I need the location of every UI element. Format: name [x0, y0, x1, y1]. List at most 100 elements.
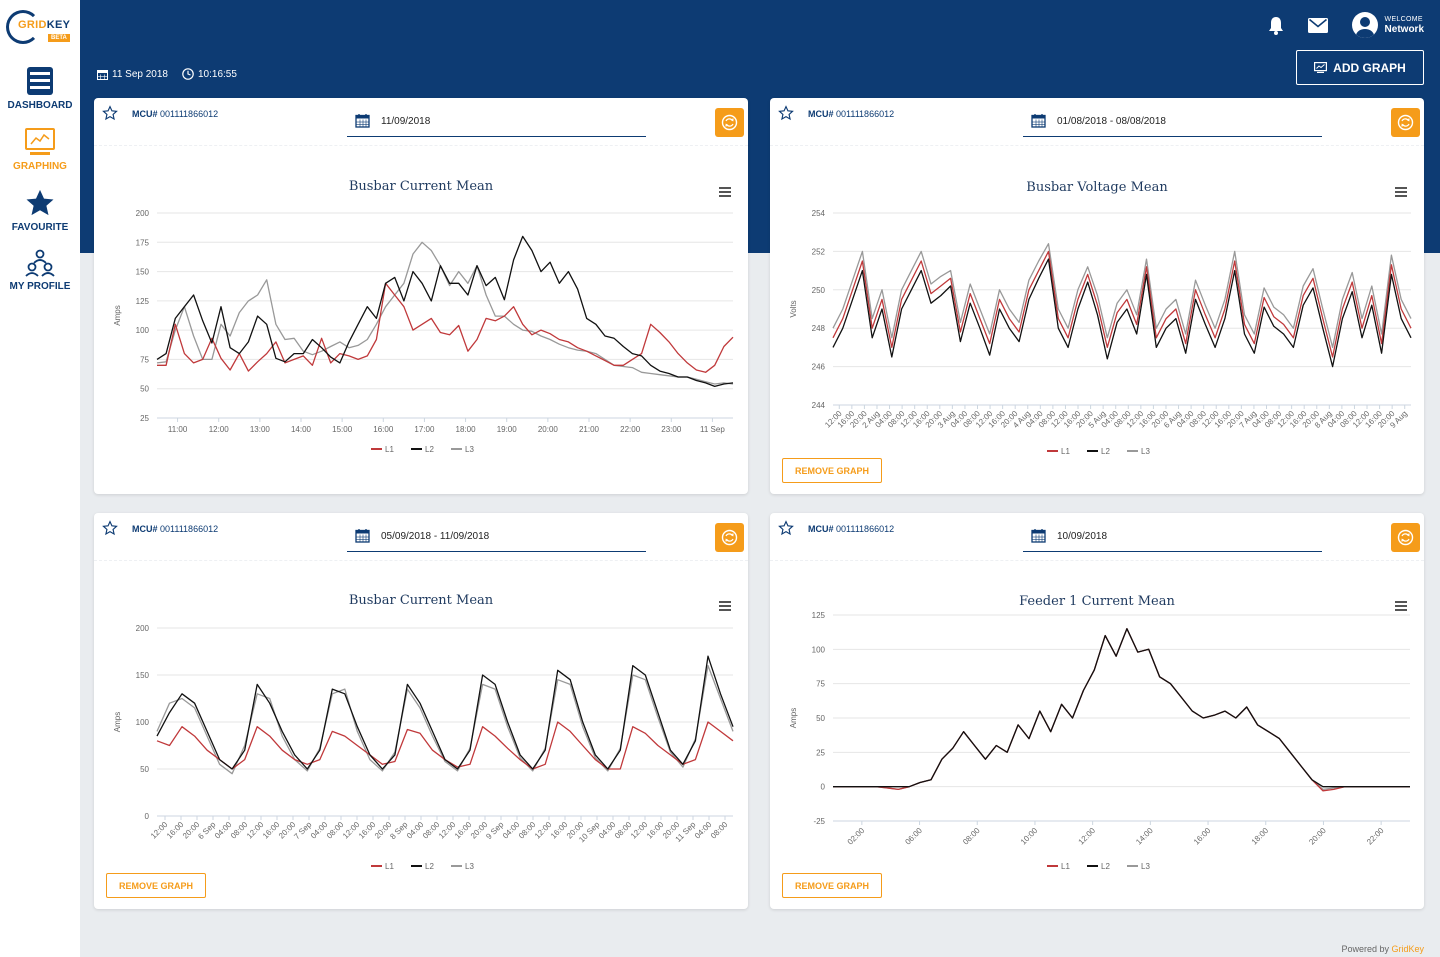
y-tick-label: 25: [816, 748, 825, 757]
y-tick-label: 50: [140, 385, 149, 394]
logo-text-key: KEY: [46, 19, 71, 31]
sidebar-item-label: GRAPHING: [13, 161, 67, 172]
x-tick-label: 9 Sep: [484, 820, 506, 842]
legend-item-l3[interactable]: L3: [1127, 862, 1150, 871]
y-tick-label: 100: [136, 326, 150, 335]
legend-item-l1[interactable]: L1: [1047, 447, 1070, 456]
x-tick-label: 17:00: [414, 425, 435, 434]
x-tick-label: 04:00: [597, 820, 618, 841]
y-tick-label: 75: [140, 355, 149, 364]
y-tick-label: 150: [136, 268, 150, 277]
calendar-icon: [97, 69, 108, 80]
x-tick-label: 04:00: [501, 820, 522, 841]
graph-card: MCU# 001111866012 10/09/2018 Feeder 1 Cu…: [770, 513, 1424, 909]
series-line-l1: [833, 628, 1410, 792]
footer-prefix: Powered by: [1341, 944, 1392, 954]
x-tick-label: 22:00: [620, 425, 641, 434]
x-tick-label: 12:00: [437, 820, 458, 841]
sidebar-item-dashboard[interactable]: DASHBOARD: [0, 66, 80, 111]
x-tick-label: 20:00: [538, 425, 559, 434]
x-tick-label: 22:00: [1365, 826, 1386, 847]
series-line-l3: [156, 664, 734, 775]
graph-card: MCU# 001111866012 11/09/2018 Busbar Curr…: [94, 98, 748, 494]
current-time: 10:16:55: [197, 68, 237, 80]
x-tick-label: 16:00: [357, 820, 378, 841]
messages-button[interactable]: [1307, 17, 1328, 33]
footer-brand: GridKey: [1391, 944, 1424, 954]
x-tick-label: 12:00: [1077, 826, 1098, 847]
legend-item-l3[interactable]: L3: [1127, 447, 1150, 456]
legend-item-l1[interactable]: L1: [1047, 862, 1070, 871]
x-tick-label: 04:00: [213, 820, 234, 841]
avatar: [1351, 12, 1378, 38]
x-tick-label: 21:00: [579, 425, 600, 434]
header-icons: WELCOME Network: [1244, 12, 1424, 38]
line-chart: 20015010050012:0016:0020:006 Sep04:0008:…: [113, 624, 734, 871]
x-tick-label: 16:00: [373, 425, 394, 434]
legend-item-l3[interactable]: L3: [451, 445, 474, 454]
logo-text-grid: GRID: [18, 19, 47, 31]
current-date: 11 Sep 2018: [112, 68, 168, 80]
legend-label: L1: [385, 445, 394, 454]
legend-label: L1: [1061, 447, 1070, 456]
y-tick-label: 100: [136, 718, 150, 727]
x-tick-label: 18:00: [456, 425, 477, 434]
add-graph-label: ADD GRAPH: [1333, 60, 1406, 75]
sidebar-item-favourite[interactable]: FAVOURITE: [0, 188, 80, 233]
y-tick-label: 175: [136, 238, 150, 247]
x-tick-label: 04:00: [693, 820, 714, 841]
legend-item-l2[interactable]: L2: [411, 445, 434, 454]
x-tick-label: 12:00: [533, 820, 554, 841]
x-tick-label: 08:00: [325, 820, 346, 841]
x-tick-label: 12:00: [209, 425, 230, 434]
legend-item-l1[interactable]: L1: [371, 862, 394, 871]
welcome-label: WELCOME: [1384, 15, 1423, 23]
footer-credit: Powered by GridKey: [1341, 944, 1424, 954]
x-tick-label: 04:00: [405, 820, 426, 841]
x-tick-label: 06:00: [903, 826, 924, 847]
y-tick-label: 252: [812, 247, 826, 256]
x-tick-label: 08:00: [229, 820, 250, 841]
x-tick-label: 6 Sep: [196, 820, 218, 842]
legend-label: L1: [385, 862, 394, 871]
y-tick-label: 125: [812, 611, 826, 620]
series-line-l2: [156, 235, 734, 388]
x-tick-label: 11 Sep: [700, 425, 725, 434]
y-axis-title: Amps: [789, 708, 798, 728]
legend-item-l2[interactable]: L2: [1087, 447, 1110, 456]
y-tick-label: 0: [145, 812, 150, 821]
x-tick-label: 16:00: [453, 820, 474, 841]
gridkey-logo[interactable]: GRIDKEY BETA: [6, 8, 74, 46]
x-tick-label: 16:00: [549, 820, 570, 841]
y-tick-label: 244: [812, 401, 826, 410]
clock-icon: [182, 68, 194, 80]
x-tick-label: 11:00: [168, 425, 188, 434]
x-tick-label: 08:00: [517, 820, 538, 841]
y-tick-label: -25: [813, 817, 825, 826]
x-tick-label: 08:00: [961, 826, 982, 847]
y-tick-label: 0: [821, 783, 826, 792]
y-axis-title: Volts: [789, 300, 798, 317]
legend-item-l2[interactable]: L2: [1087, 862, 1110, 871]
y-tick-label: 100: [812, 645, 826, 654]
x-tick-label: 08:00: [709, 820, 730, 841]
legend-item-l2[interactable]: L2: [411, 862, 434, 871]
add-graph-button[interactable]: ADD GRAPH: [1296, 50, 1424, 85]
x-tick-label: 16:00: [261, 820, 282, 841]
x-tick-label: 16:00: [1192, 826, 1213, 847]
legend-label: L3: [465, 445, 474, 454]
x-tick-label: 12:00: [629, 820, 650, 841]
y-tick-label: 50: [140, 765, 149, 774]
x-tick-label: 12:00: [245, 820, 266, 841]
y-tick-label: 200: [136, 624, 150, 633]
sidebar-item-my-profile[interactable]: MY PROFILE: [0, 249, 80, 292]
star-icon: [26, 189, 54, 216]
notifications-button[interactable]: [1268, 16, 1284, 35]
legend-item-l1[interactable]: L1: [371, 445, 394, 454]
legend-label: L1: [1061, 862, 1070, 871]
sidebar-item-label: DASHBOARD: [7, 100, 73, 111]
legend-item-l3[interactable]: L3: [451, 862, 474, 871]
x-tick-label: 15:00: [332, 425, 353, 434]
user-menu[interactable]: WELCOME Network: [1351, 12, 1424, 38]
sidebar-item-graphing[interactable]: GRAPHING: [0, 127, 80, 172]
